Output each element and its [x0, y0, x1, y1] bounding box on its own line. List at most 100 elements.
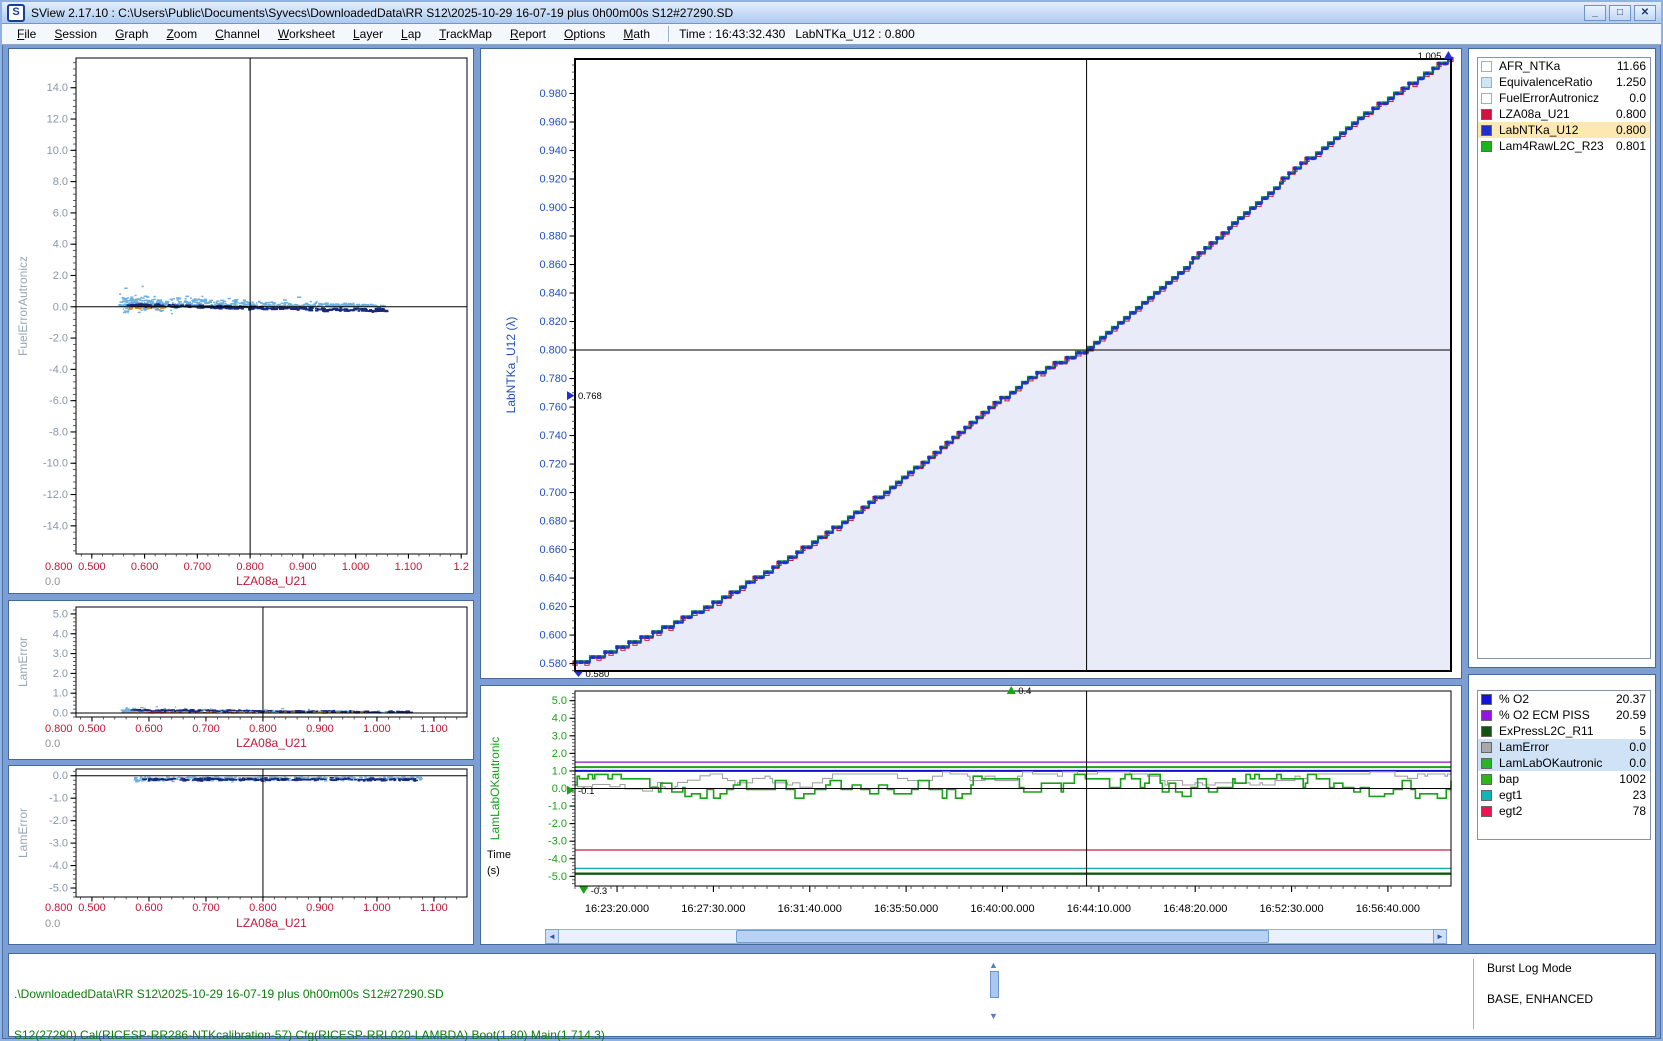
- menu-item-options[interactable]: Options: [555, 25, 614, 43]
- menu-item-graph[interactable]: Graph: [106, 25, 157, 43]
- close-button[interactable]: ✕: [1634, 5, 1656, 21]
- channel-name: LZA08a_U21: [1499, 107, 1616, 121]
- svg-text:14.0: 14.0: [47, 82, 68, 94]
- cursor-value-marker: [567, 786, 575, 795]
- svg-text:0.820: 0.820: [539, 316, 567, 328]
- menu-item-file[interactable]: File: [8, 25, 45, 43]
- channel-color-swatch: [1481, 109, 1492, 120]
- menu-item-report[interactable]: Report: [501, 25, 555, 43]
- maximize-button[interactable]: □: [1609, 5, 1631, 21]
- svg-text:0.800: 0.800: [249, 723, 277, 735]
- labntka-lambda-chart[interactable]: 0.9800.9600.9400.9200.9000.8800.8600.840…: [481, 49, 1461, 678]
- svg-text:0.960: 0.960: [539, 116, 567, 128]
- svg-text:LamError: LamError: [16, 637, 30, 687]
- main-lambda-chart-panel: 0.9800.9600.9400.9200.9000.8800.8600.840…: [480, 48, 1462, 679]
- svg-text:0.660: 0.660: [539, 544, 567, 556]
- legend-row[interactable]: % O220.37: [1478, 691, 1650, 707]
- channel-value: 20.37: [1616, 692, 1646, 706]
- svg-text:-4.0: -4.0: [49, 860, 68, 872]
- svg-text:0.800: 0.800: [539, 345, 567, 357]
- mini-scroll-up-icon[interactable]: ▲: [989, 961, 998, 970]
- svg-text:0.900: 0.900: [289, 561, 317, 573]
- mini-scroll-down-icon[interactable]: ▼: [989, 1012, 998, 1021]
- legend-row[interactable]: LabNTKa_U120.800: [1478, 122, 1650, 138]
- channel-color-swatch: [1481, 93, 1492, 104]
- menu-item-session[interactable]: Session: [45, 25, 106, 43]
- svg-text:-2.0: -2.0: [548, 818, 567, 830]
- svg-text:1.100: 1.100: [420, 723, 448, 735]
- fuelerror-vs-lza08a-chart[interactable]: 14.012.010.08.06.04.02.00.0-2.0-4.0-6.0-…: [9, 49, 473, 593]
- svg-text:0.0: 0.0: [45, 738, 60, 750]
- channel-color-swatch: [1481, 806, 1492, 817]
- log-cal-text: S12(27290) Cal(RICESP-RR286-NTKcalibrati…: [14, 1029, 605, 1041]
- menu-bar: FileSessionGraphZoomChannelWorksheetLaye…: [2, 24, 1661, 45]
- channel-color-swatch: [1481, 726, 1492, 737]
- menu-item-channel[interactable]: Channel: [206, 25, 269, 43]
- svg-text:0.920: 0.920: [539, 174, 567, 186]
- time-scrollbar[interactable]: ◄ ►: [545, 929, 1447, 944]
- menu-separator: [668, 26, 670, 42]
- menu-item-math[interactable]: Math: [614, 25, 659, 43]
- channel-value: 23: [1633, 788, 1646, 802]
- svg-text:0.0: 0.0: [45, 576, 60, 588]
- cursor-time-readout: Time : 16:43:32.430 LabNTKa_U12 : 0.800: [679, 27, 915, 41]
- status-bar: .\DownloadedData\RR S12\2025-10-29 16-07…: [8, 953, 1656, 1037]
- channel-value: 5: [1639, 724, 1646, 738]
- svg-text:0.980: 0.980: [539, 88, 567, 100]
- log-mode-value: BASE, ENHANCED: [1487, 992, 1593, 1006]
- svg-text:0.800: 0.800: [236, 561, 264, 573]
- channel-color-swatch: [1481, 742, 1492, 753]
- legend-row[interactable]: LamError0.0: [1478, 739, 1650, 755]
- svg-text:0.0: 0.0: [45, 918, 60, 930]
- legend-row[interactable]: AFR_NTKa11.66: [1478, 58, 1650, 74]
- svg-text:1.2: 1.2: [454, 561, 469, 573]
- log-mode-title: Burst Log Mode: [1487, 961, 1593, 975]
- legend-row[interactable]: % O2 ECM PISS20.59: [1478, 707, 1650, 723]
- legend-row[interactable]: bap1002: [1478, 771, 1650, 787]
- svg-text:0.780: 0.780: [539, 373, 567, 385]
- lamerror-vs-lza08a-chart-1[interactable]: 5.04.03.02.01.00.00.5000.6000.7000.8000.…: [9, 601, 473, 759]
- svg-text:16:27:30.000: 16:27:30.000: [681, 903, 745, 915]
- svg-text:-3.0: -3.0: [49, 838, 68, 850]
- legend-row[interactable]: egt278: [1478, 803, 1650, 819]
- menu-item-trackmap[interactable]: TrackMap: [430, 25, 501, 43]
- scrollbar-thumb[interactable]: [736, 930, 1269, 943]
- legend-row[interactable]: egt123: [1478, 787, 1650, 803]
- scroll-right-icon[interactable]: ►: [1433, 929, 1447, 944]
- svg-text:-12.0: -12.0: [43, 489, 68, 501]
- mini-scroll-thumb[interactable]: [990, 971, 999, 998]
- legend-row[interactable]: FuelErrorAutronicz0.0: [1478, 90, 1650, 106]
- svg-text:0.720: 0.720: [539, 459, 567, 471]
- window-controls: _ □ ✕: [1584, 5, 1656, 21]
- menu-item-worksheet[interactable]: Worksheet: [269, 25, 344, 43]
- legend-row[interactable]: LamLabOKautronic0.0: [1478, 755, 1650, 771]
- svg-text:-0.1: -0.1: [578, 786, 594, 797]
- menu-item-lap[interactable]: Lap: [392, 25, 430, 43]
- lamlabokautronic-time-chart[interactable]: 5.04.03.02.01.00.0-1.0-2.0-3.0-4.0-5.016…: [481, 686, 1461, 924]
- legend-row[interactable]: EquivalenceRatio1.250: [1478, 74, 1650, 90]
- menu-item-zoom[interactable]: Zoom: [157, 25, 206, 43]
- svg-text:5.0: 5.0: [552, 695, 567, 707]
- svg-text:0.500: 0.500: [78, 561, 106, 573]
- channel-name: ExPressL2C_R11: [1499, 724, 1639, 738]
- svg-text:-4.0: -4.0: [548, 853, 567, 865]
- svg-text:0.700: 0.700: [539, 487, 567, 499]
- scroll-left-icon[interactable]: ◄: [545, 929, 559, 944]
- svg-text:5.0: 5.0: [53, 608, 68, 620]
- svg-text:Time: Time: [487, 849, 511, 861]
- svg-text:0.0: 0.0: [552, 783, 567, 795]
- svg-text:0.800: 0.800: [45, 902, 73, 914]
- svg-text:1.000: 1.000: [363, 902, 391, 914]
- scrollbar-track[interactable]: [559, 929, 1433, 944]
- minimize-button[interactable]: _: [1584, 5, 1606, 21]
- legend-row[interactable]: LZA08a_U210.800: [1478, 106, 1650, 122]
- svg-text:10.0: 10.0: [47, 145, 68, 157]
- svg-text:LZA08a_U21: LZA08a_U21: [236, 916, 307, 930]
- lamerror-scatter-panel-2: 0.0-1.0-2.0-3.0-4.0-5.00.5000.6000.7000.…: [8, 765, 474, 945]
- menu-item-layer[interactable]: Layer: [344, 25, 392, 43]
- lamerror-vs-lza08a-chart-2[interactable]: 0.0-1.0-2.0-3.0-4.0-5.00.5000.6000.7000.…: [9, 766, 473, 944]
- channel-color-swatch: [1481, 694, 1492, 705]
- legend-row[interactable]: ExPressL2C_R115: [1478, 723, 1650, 739]
- legend-row[interactable]: Lam4RawL2C_R230.801: [1478, 138, 1650, 154]
- svg-text:0.840: 0.840: [539, 288, 567, 300]
